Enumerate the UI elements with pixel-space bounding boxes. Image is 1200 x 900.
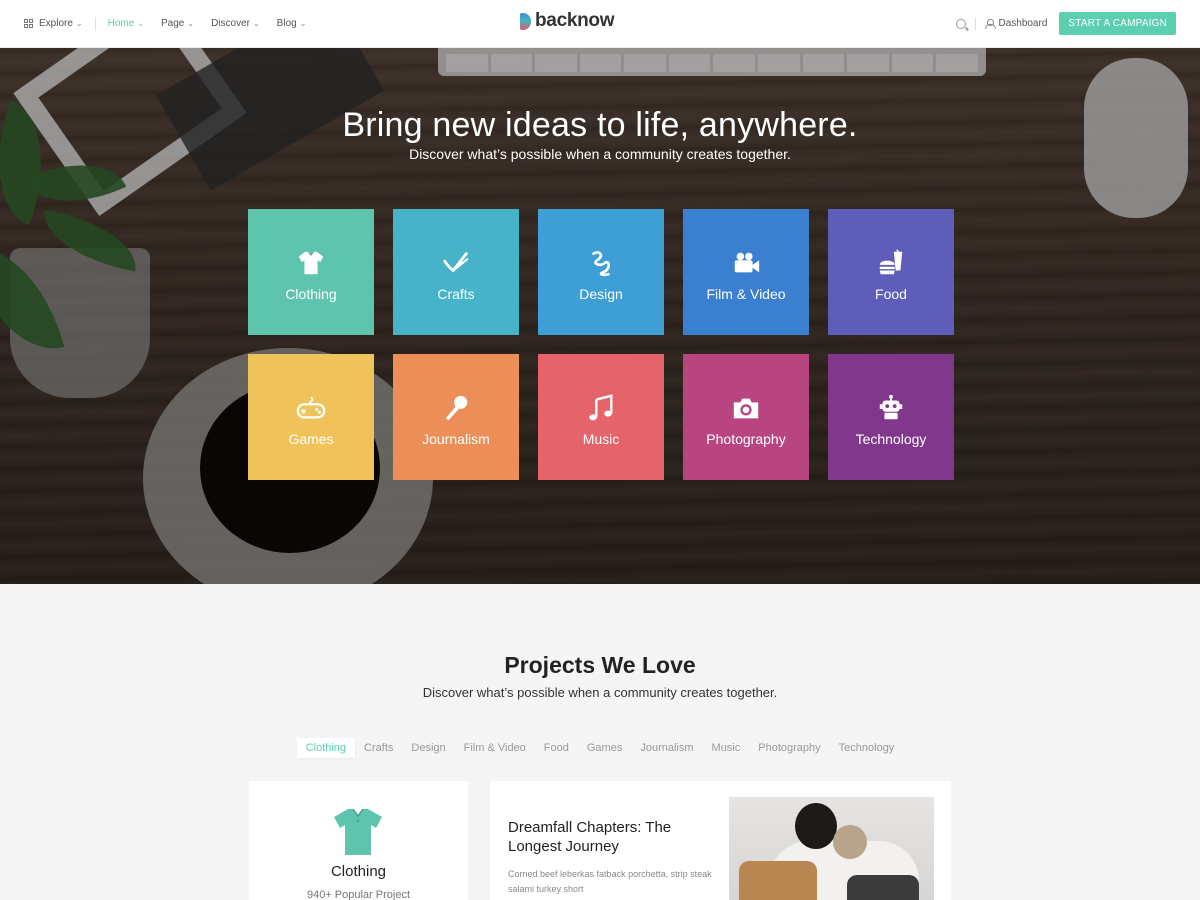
user-icon bbox=[985, 18, 997, 29]
category-tile-journalism[interactable]: Journalism bbox=[393, 354, 519, 480]
nav-page[interactable]: Page ⌄ bbox=[161, 18, 194, 29]
shirt-icon bbox=[294, 246, 328, 280]
dashboard-link[interactable]: Dashboard bbox=[998, 18, 1047, 29]
chevron-down-icon: ⌄ bbox=[252, 19, 260, 28]
section-title: Projects We Love bbox=[504, 652, 696, 678]
category-label: Clothing bbox=[285, 286, 337, 302]
category-tile-film-video[interactable]: Film & Video bbox=[683, 209, 809, 335]
category-tile-music[interactable]: Music bbox=[538, 354, 664, 480]
project-title[interactable]: Dreamfall Chapters: The Longest Journey bbox=[508, 818, 718, 856]
grid-icon bbox=[24, 19, 33, 28]
design-icon bbox=[584, 246, 618, 280]
category-tile-photography[interactable]: Photography bbox=[683, 354, 809, 480]
category-label: Games bbox=[288, 431, 334, 447]
category-card[interactable]: Clothing 940+ Popular Project bbox=[249, 781, 468, 900]
shirt-icon bbox=[334, 808, 382, 855]
robot-icon bbox=[874, 391, 908, 425]
chevron-down-icon: ⌄ bbox=[137, 19, 144, 28]
category-tile-food[interactable]: Food bbox=[828, 209, 954, 335]
project-tabs: Clothing Crafts Design Film & Video Food… bbox=[0, 738, 1200, 758]
music-note-icon bbox=[584, 391, 618, 425]
search-icon[interactable] bbox=[956, 18, 967, 29]
category-card-title: Clothing bbox=[330, 863, 387, 880]
start-campaign-button[interactable]: START A CAMPAIGN bbox=[1059, 12, 1176, 35]
header-actions: Dashboard START A CAMPAIGN bbox=[956, 12, 1176, 35]
category-label: Film & Video bbox=[706, 286, 786, 302]
hero-title: Bring new ideas to life, anywhere. bbox=[342, 106, 858, 144]
tab-journalism[interactable]: Journalism bbox=[631, 738, 702, 758]
site-logo[interactable]: backnow bbox=[520, 10, 615, 32]
nav-explore[interactable]: Explore ⌄ bbox=[24, 18, 83, 29]
camera-icon bbox=[729, 391, 763, 425]
section-subtitle: Discover what’s possible when a communit… bbox=[422, 685, 778, 700]
category-card-count: 940+ Popular Project bbox=[306, 889, 411, 900]
chevron-down-icon: ⌄ bbox=[299, 19, 307, 28]
hero-subtitle: Discover what’s possible when a communit… bbox=[409, 146, 791, 162]
tab-design[interactable]: Design bbox=[402, 738, 454, 758]
tab-music[interactable]: Music bbox=[703, 738, 750, 758]
chevron-down-icon: ⌄ bbox=[75, 19, 83, 28]
nav-page-label: Page bbox=[161, 18, 185, 29]
category-tile-crafts[interactable]: Crafts bbox=[393, 209, 519, 335]
nav-home-label: Home bbox=[107, 18, 135, 29]
nav-discover[interactable]: Discover ⌄ bbox=[211, 18, 260, 29]
category-tile-technology[interactable]: Technology bbox=[828, 354, 954, 480]
crafts-icon bbox=[439, 246, 473, 280]
site-header: Explore ⌄ Home ⌄ Page ⌄ Discover ⌄ Blog … bbox=[0, 0, 1200, 48]
category-label: Crafts bbox=[437, 286, 475, 302]
tab-games[interactable]: Games bbox=[578, 738, 631, 758]
food-icon bbox=[874, 246, 908, 280]
nav-discover-label: Discover bbox=[211, 18, 250, 29]
tab-food[interactable]: Food bbox=[535, 738, 578, 758]
category-tile-design[interactable]: Design bbox=[538, 209, 664, 335]
nav-divider bbox=[94, 16, 96, 31]
tab-clothing[interactable]: Clothing bbox=[296, 738, 356, 758]
category-label: Music bbox=[582, 431, 620, 447]
main-nav: Explore ⌄ Home ⌄ Page ⌄ Discover ⌄ Blog … bbox=[24, 16, 323, 31]
category-label: Technology bbox=[855, 431, 927, 447]
tab-technology[interactable]: Technology bbox=[830, 738, 904, 758]
hero-section: Bring new ideas to life, anywhere. Disco… bbox=[0, 48, 1200, 584]
nav-blog-label: Blog bbox=[276, 18, 297, 29]
video-camera-icon bbox=[729, 246, 763, 280]
category-tile-clothing[interactable]: Clothing bbox=[248, 209, 374, 335]
category-label: Journalism bbox=[422, 431, 490, 447]
nav-home[interactable]: Home ⌄ bbox=[108, 18, 144, 29]
gamepad-icon bbox=[294, 391, 328, 425]
chevron-down-icon: ⌄ bbox=[187, 19, 195, 28]
tab-photography[interactable]: Photography bbox=[749, 738, 829, 758]
category-tile-games[interactable]: Games bbox=[248, 354, 374, 480]
project-description: Corned beef leberkas fatback porchetta, … bbox=[508, 869, 712, 894]
category-label: Food bbox=[875, 286, 907, 302]
category-label: Design bbox=[579, 286, 623, 302]
microphone-icon bbox=[439, 391, 473, 425]
category-label: Photography bbox=[706, 431, 786, 447]
category-grid: Clothing Crafts Design Film & Video Food bbox=[248, 209, 954, 480]
nav-blog[interactable]: Blog ⌄ bbox=[277, 18, 307, 29]
header-divider bbox=[975, 17, 977, 30]
tab-film-video[interactable]: Film & Video bbox=[455, 738, 535, 758]
project-image[interactable] bbox=[729, 797, 934, 900]
featured-project-card[interactable]: Dreamfall Chapters: The Longest Journey … bbox=[490, 781, 951, 900]
logo-mark-icon bbox=[520, 12, 531, 30]
nav-explore-label: Explore bbox=[39, 18, 73, 29]
logo-text: backnow bbox=[535, 10, 615, 31]
tab-crafts[interactable]: Crafts bbox=[355, 738, 402, 758]
